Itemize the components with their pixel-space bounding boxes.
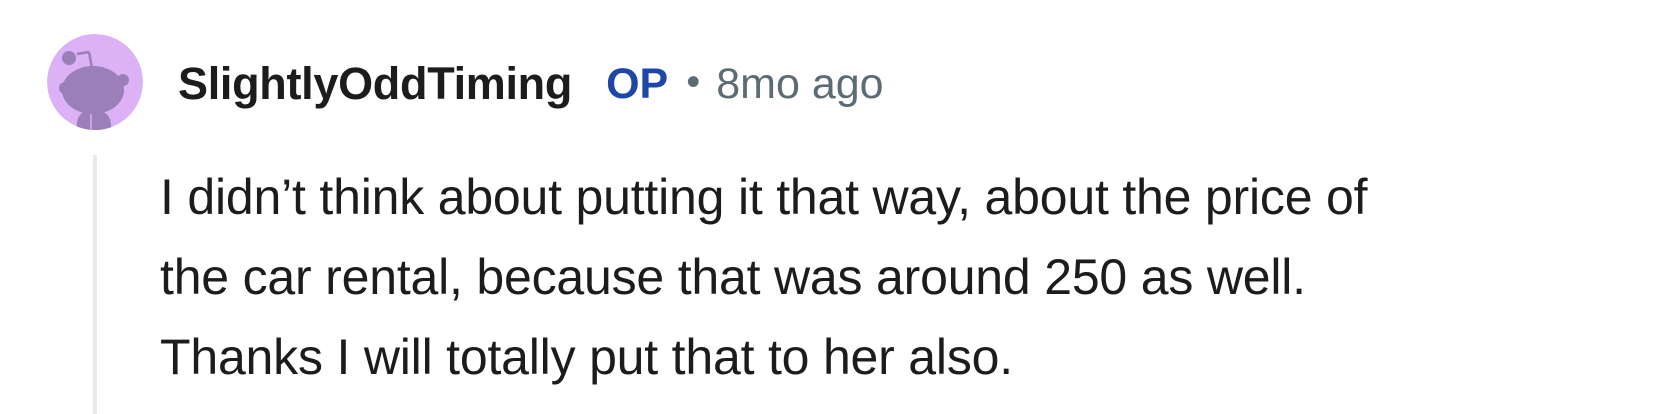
meta-separator: • bbox=[686, 60, 701, 104]
comment: SlightlyOddTiming OP • 8mo ago I didn’t … bbox=[0, 0, 1656, 414]
author-avatar[interactable] bbox=[47, 34, 143, 130]
comment-body-line: the car rental, because that was around … bbox=[160, 249, 1306, 305]
author-username[interactable]: SlightlyOddTiming bbox=[178, 58, 572, 110]
reddit-snoo-avatar-icon bbox=[47, 34, 143, 130]
comment-body-line: I didn’t think about putting it that way… bbox=[160, 169, 1368, 225]
comment-header: SlightlyOddTiming OP • 8mo ago bbox=[178, 52, 884, 116]
comment-body: I didn’t think about putting it that way… bbox=[160, 157, 1640, 397]
thread-collapse-line[interactable] bbox=[93, 155, 97, 414]
comment-body-line: Thanks I will totally put that to her al… bbox=[160, 329, 1013, 385]
op-badge: OP bbox=[606, 59, 669, 108]
comment-timestamp[interactable]: 8mo ago bbox=[716, 60, 883, 109]
